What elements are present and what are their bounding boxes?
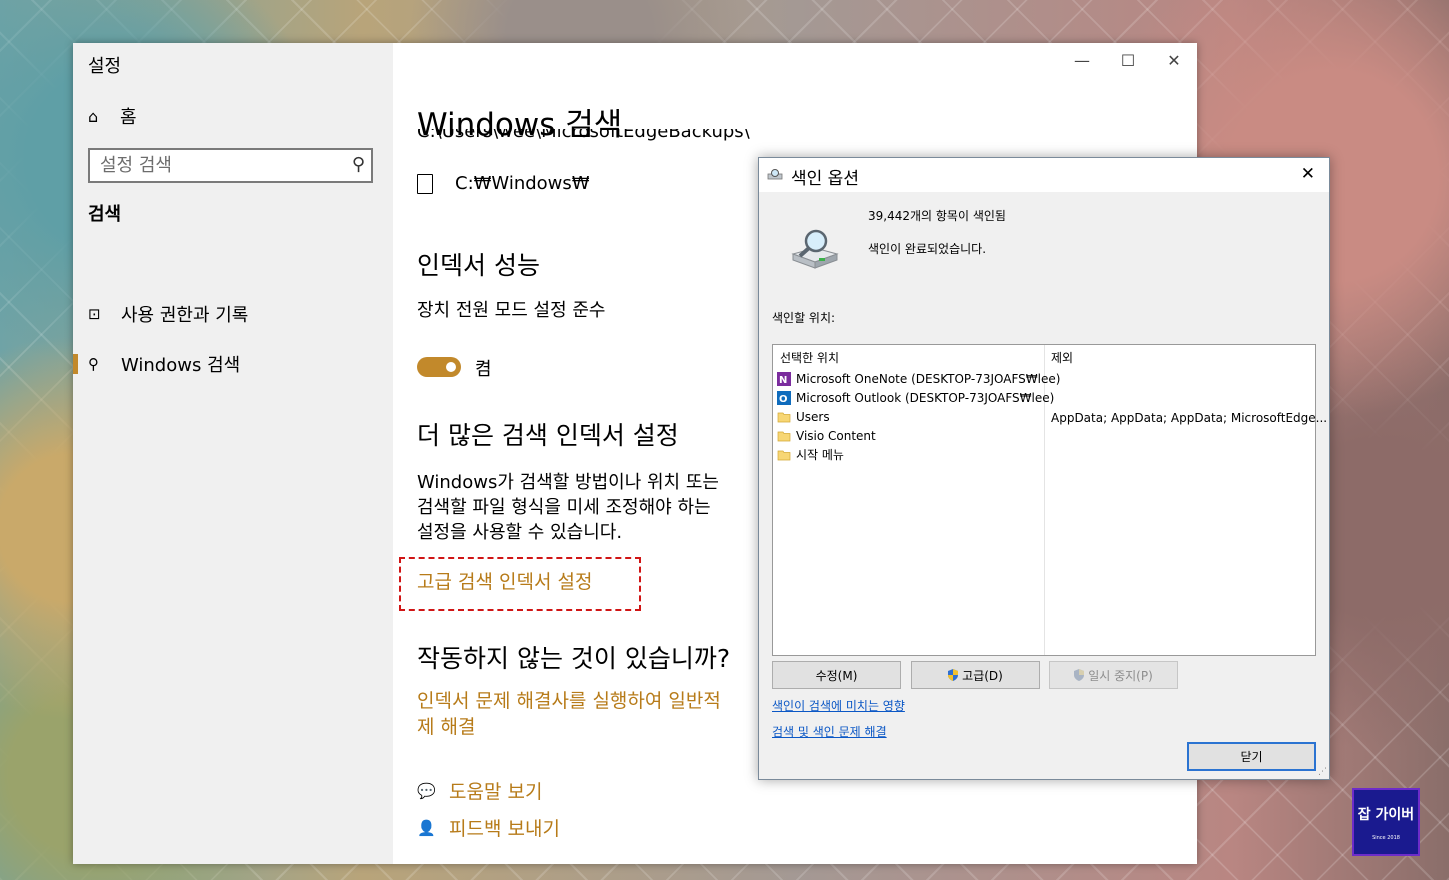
location-name: Users <box>796 409 830 424</box>
watermark-logo: 잡 가이버 Since 2018 <box>1352 788 1420 856</box>
folder-icon <box>777 412 791 422</box>
dialog-close-icon[interactable]: ✕ <box>1301 164 1315 184</box>
users-exclusions: AppData; AppData; AppData; MicrosoftEdge… <box>1051 411 1328 425</box>
settings-search-input[interactable] <box>90 150 350 181</box>
shield-icon <box>948 669 959 681</box>
sidebar-item-label: 사용 권한과 기록 <box>121 305 249 326</box>
dialog-title: 색인 옵션 <box>791 169 859 189</box>
home-icon: ⌂ <box>88 106 99 126</box>
indexer-performance-heading: 인덱서 성능 <box>417 251 540 280</box>
power-mode-label: 장치 전원 모드 설정 준수 <box>417 300 606 321</box>
dialog-close-label: 닫기 <box>1240 750 1263 764</box>
list-item[interactable]: N Microsoft OneNote (DESKTOP-73JOAFS₩lee… <box>777 369 1060 388</box>
list-item[interactable]: Visio Content <box>777 426 876 445</box>
settings-search-box[interactable]: ⚲ <box>88 148 373 183</box>
locations-list[interactable]: 선택한 위치 제외 N Microsoft OneNote (DESKTOP-7… <box>772 344 1327 656</box>
permissions-icon: ⊡ <box>88 305 101 323</box>
description-line-3: 설정을 사용할 수 있습니다. <box>417 522 623 543</box>
feedback-link[interactable]: 피드백 보내기 <box>449 814 560 841</box>
advanced-button[interactable]: 고급(D) <box>911 661 1040 689</box>
sidebar-item-permissions[interactable]: ⊡ 사용 권한과 기록 <box>73 295 393 333</box>
troubleshoot-heading: 작동하지 않는 것이 있습니까? <box>417 644 731 673</box>
items-indexed-count: 39,442개의 항목이 색인됨 <box>868 209 1006 223</box>
sidebar-item-windows-search[interactable]: ⚲ Windows 검색 <box>73 345 393 383</box>
advanced-button-label: 고급(D) <box>962 668 1003 683</box>
help-link[interactable]: 도움말 보기 <box>449 777 542 804</box>
troubleshoot-link[interactable]: 검색 및 색인 문제 해결 <box>772 723 887 740</box>
onenote-icon: N <box>777 371 791 386</box>
search-icon[interactable]: ⚲ <box>352 154 365 175</box>
search-icon: ⚲ <box>88 355 99 373</box>
nav-home[interactable]: ⌂ 홈 <box>88 103 137 129</box>
indexing-icon <box>767 169 783 180</box>
dialog-title-bar: 색인 옵션 ✕ <box>759 158 1329 192</box>
nav-home-label: 홈 <box>120 107 137 128</box>
location-name: Microsoft Outlook (DESKTOP-73JOAFS₩lee) <box>796 390 1055 405</box>
sidebar-item-label: Windows 검색 <box>121 355 241 376</box>
indexing-effect-link[interactable]: 색인이 검색에 미치는 영향 <box>772 697 905 714</box>
indexing-options-dialog: 색인 옵션 ✕ 39,442개의 항목이 색인됨 색인이 완료되었습니다. 색인… <box>758 157 1330 780</box>
svg-text:O: O <box>779 394 788 405</box>
feedback-row[interactable]: 👤 피드백 보내기 <box>417 814 560 841</box>
column-header-selected[interactable]: 선택한 위치 <box>780 349 839 366</box>
help-row[interactable]: 💬 도움말 보기 <box>417 777 542 804</box>
locations-label: 색인할 위치: <box>772 311 836 325</box>
sidebar-section-heading: 검색 <box>88 204 122 225</box>
settings-sidebar: 설정 ⌂ 홈 ⚲ 검색 ⊡ 사용 권한과 기록 ⚲ Windows 검색 <box>73 43 393 864</box>
troubleshooter-link-line-2[interactable]: 제 해결 <box>417 715 475 740</box>
indexing-status-icon <box>791 229 839 269</box>
pause-button[interactable]: 일시 중지(P) <box>1049 661 1178 689</box>
resize-grip-icon[interactable]: ⋰ <box>1318 767 1327 777</box>
list-item[interactable]: Users <box>777 407 830 426</box>
toggle-knob <box>446 362 456 372</box>
pause-button-label: 일시 중지(P) <box>1088 668 1153 683</box>
location-name: Visio Content <box>796 428 876 443</box>
modify-button[interactable]: 수정(M) <box>772 661 901 689</box>
location-name: Microsoft OneNote (DESKTOP-73JOAFS₩lee) <box>796 371 1061 386</box>
indexing-status: 색인이 완료되었습니다. <box>868 242 987 256</box>
indexed-path-windows: C:₩Windows₩ <box>417 173 590 194</box>
column-header-exclude[interactable]: 제외 <box>1051 349 1073 366</box>
feedback-icon: 👤 <box>417 818 436 837</box>
troubleshooter-link-line-1[interactable]: 인덱서 문제 해결사를 실행하여 일반적 <box>417 689 721 714</box>
folder-icon <box>417 173 433 194</box>
advanced-indexer-settings-link[interactable]: 고급 검색 인덱서 설정 <box>417 570 592 595</box>
shield-icon <box>1074 669 1085 681</box>
dialog-close-button[interactable]: 닫기 <box>1187 742 1316 771</box>
location-name: 시작 메뉴 <box>796 448 844 462</box>
list-item[interactable]: 시작 메뉴 <box>777 445 844 464</box>
indexed-path-partial: C:\Users\wee\MicrosoftEdgeBackups\ <box>417 129 750 142</box>
modify-button-label: 수정(M) <box>815 668 858 683</box>
more-indexer-settings-heading: 더 많은 검색 인덱서 설정 <box>417 421 679 450</box>
path-label: C:₩Windows₩ <box>455 173 590 194</box>
outlook-icon: O <box>777 390 791 405</box>
power-mode-toggle[interactable] <box>417 357 461 377</box>
folder-icon <box>777 431 791 441</box>
app-title: 설정 <box>88 56 122 77</box>
description-line-1: Windows가 검색할 방법이나 위치 또는 <box>417 472 719 493</box>
window-close-button[interactable]: ✕ <box>1151 51 1197 70</box>
folder-icon <box>777 450 791 460</box>
toggle-state-label: 켬 <box>475 359 492 380</box>
description-line-2: 검색할 파일 형식을 미세 조정해야 하는 <box>417 497 711 518</box>
help-icon: 💬 <box>417 781 436 800</box>
maximize-button[interactable]: ☐ <box>1105 51 1151 70</box>
minimize-button[interactable]: — <box>1059 51 1105 70</box>
svg-text:N: N <box>779 375 787 386</box>
list-item[interactable]: O Microsoft Outlook (DESKTOP-73JOAFS₩lee… <box>777 388 1054 407</box>
